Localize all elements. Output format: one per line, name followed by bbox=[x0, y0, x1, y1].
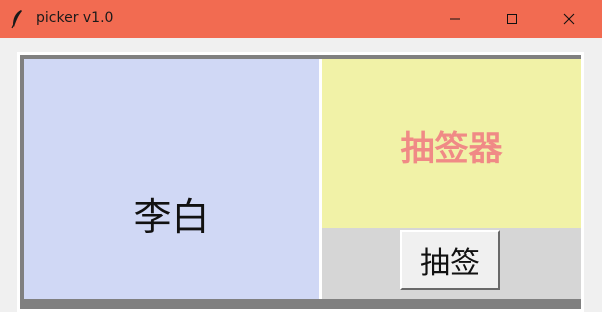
picked-name: 李白 bbox=[133, 195, 210, 239]
maximize-button[interactable] bbox=[483, 0, 541, 38]
close-button[interactable] bbox=[540, 0, 598, 38]
close-icon bbox=[563, 13, 575, 25]
minimize-icon bbox=[450, 18, 460, 20]
window-title: picker v1.0 bbox=[36, 10, 114, 26]
title-panel: 抽签器 bbox=[322, 59, 581, 228]
button-panel: 抽签 bbox=[322, 228, 581, 299]
draw-button[interactable]: 抽签 bbox=[400, 230, 500, 290]
minimize-button[interactable] bbox=[426, 0, 484, 38]
feather-icon bbox=[10, 9, 24, 29]
result-panel: 李白 bbox=[24, 59, 319, 299]
maximize-icon bbox=[507, 14, 517, 24]
app-title-label: 抽签器 bbox=[400, 129, 503, 169]
title-bar[interactable]: picker v1.0 bbox=[0, 0, 602, 38]
